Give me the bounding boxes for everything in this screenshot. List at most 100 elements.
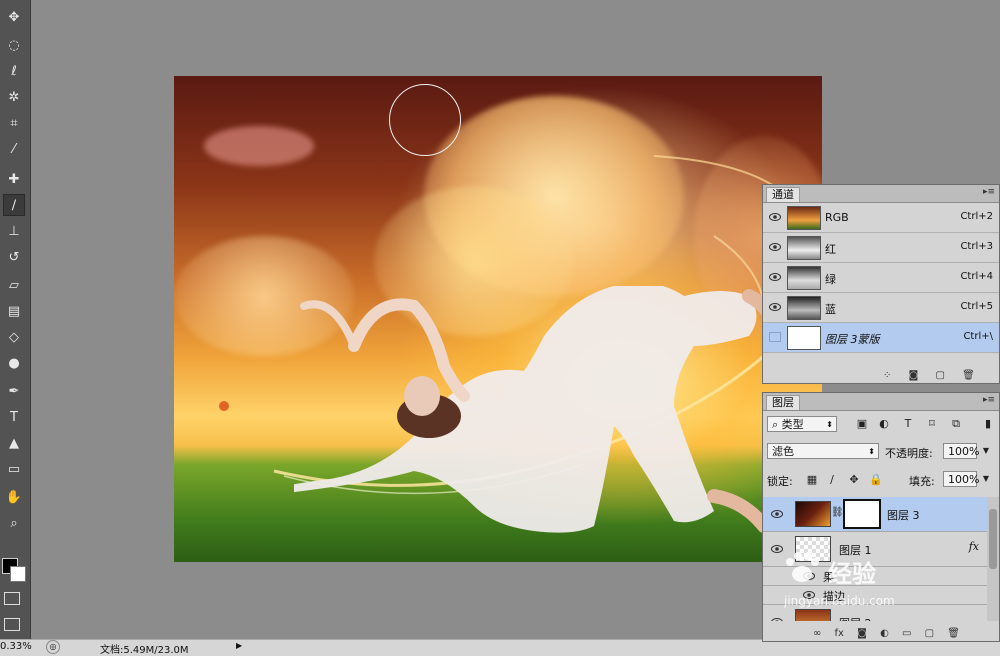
zoom-tool[interactable]: ⌕ bbox=[3, 512, 25, 534]
shape-filter-icon[interactable]: ⌑ bbox=[925, 417, 939, 431]
document-canvas[interactable] bbox=[174, 76, 822, 562]
new-group-icon[interactable]: ▭ bbox=[902, 628, 911, 639]
channel-name: RGB bbox=[825, 211, 849, 224]
magic-wand-tool[interactable]: ✲ bbox=[3, 86, 25, 108]
channels-panel: 通道 ▸≡ RGB Ctrl+2 红 Ctrl+3 绿 Ctrl+4 蓝 Ctrl+5 图层 3… bbox=[762, 184, 1000, 384]
search-icon: ⌕ bbox=[772, 418, 782, 431]
lock-position-icon[interactable]: ✥ bbox=[847, 473, 861, 487]
eye-icon[interactable] bbox=[769, 212, 781, 222]
scroll-thumb[interactable] bbox=[989, 509, 997, 569]
panel-menu-icon[interactable]: ▸≡ bbox=[983, 395, 995, 405]
watermark-brand: 经验 bbox=[828, 560, 876, 588]
load-selection-icon[interactable]: ⁘ bbox=[883, 370, 891, 381]
visibility-off-icon[interactable] bbox=[769, 332, 781, 342]
brush-tool[interactable]: ∕ bbox=[3, 194, 25, 216]
layers-panel-header: 图层 ▸≡ bbox=[763, 393, 999, 411]
channel-thumbnail bbox=[787, 326, 821, 350]
fill-dropdown-icon[interactable]: ▼ bbox=[979, 472, 993, 486]
fx-icon[interactable]: fx bbox=[969, 540, 979, 553]
tab-channels[interactable]: 通道 bbox=[766, 187, 800, 202]
type-tool[interactable]: T bbox=[3, 406, 25, 428]
baidu-jingyan-watermark: 经验 jingyan.baidu.com bbox=[782, 548, 942, 618]
channel-name: 绿 bbox=[825, 273, 836, 286]
layers-footer: ∞ fx ◙ ◐ ▭ ▢ 🗑 bbox=[813, 628, 960, 639]
lock-all-icon[interactable]: 🔒 bbox=[869, 473, 883, 487]
eraser-tool[interactable]: ▱ bbox=[3, 274, 25, 296]
add-mask-icon[interactable]: ◙ bbox=[857, 628, 867, 639]
brush-cursor bbox=[389, 84, 461, 156]
opacity-dropdown-icon[interactable]: ▼ bbox=[979, 444, 993, 458]
delete-channel-icon[interactable]: 🗑 bbox=[962, 370, 975, 381]
smart-object-filter-icon[interactable]: ⧉ bbox=[949, 417, 963, 431]
clone-stamp-tool[interactable]: ⊥ bbox=[3, 220, 25, 242]
type-filter-icon[interactable]: T bbox=[901, 417, 915, 431]
layers-scrollbar[interactable] bbox=[987, 497, 999, 621]
delete-layer-icon[interactable]: 🗑 bbox=[947, 628, 960, 639]
opacity-input[interactable]: 100% bbox=[943, 443, 980, 459]
dodge-tool[interactable]: ● bbox=[3, 352, 25, 374]
link-icon[interactable]: ⛓ bbox=[831, 507, 844, 518]
adjustment-layer-icon[interactable]: ◐ bbox=[880, 628, 889, 639]
shape-tool[interactable]: ▭ bbox=[3, 458, 25, 480]
screen-mode-icon[interactable] bbox=[4, 618, 20, 631]
channel-row-4[interactable]: 图层 3蒙版 Ctrl+\ bbox=[763, 323, 999, 353]
layer-name[interactable]: 图层 3 bbox=[887, 507, 920, 523]
save-selection-icon[interactable]: ◙ bbox=[909, 370, 919, 381]
fill-input[interactable]: 100% bbox=[943, 471, 980, 487]
hand-tool[interactable]: ✋ bbox=[3, 486, 25, 508]
layer-filter-select[interactable]: ⌕ 类型 ⬍ bbox=[767, 416, 837, 432]
eye-icon[interactable] bbox=[771, 509, 783, 522]
chevron-down-icon: ⬍ bbox=[826, 420, 833, 429]
blur-tool[interactable]: ◇ bbox=[3, 326, 25, 348]
crop-tool[interactable]: ⌗ bbox=[3, 112, 25, 134]
eyedropper-tool[interactable]: ⁄ bbox=[3, 138, 25, 160]
new-layer-icon[interactable]: ▢ bbox=[925, 628, 934, 639]
channel-row-0[interactable]: RGB Ctrl+2 bbox=[763, 203, 999, 233]
gradient-tool[interactable]: ▤ bbox=[3, 300, 25, 322]
eye-icon[interactable] bbox=[769, 242, 781, 252]
eye-icon[interactable] bbox=[769, 302, 781, 312]
pixel-filter-icon[interactable]: ▣ bbox=[855, 417, 869, 431]
quick-mask-icon[interactable] bbox=[4, 592, 20, 605]
fill-value: 100% bbox=[948, 473, 980, 486]
path-selection-tool[interactable]: ▲ bbox=[3, 432, 25, 454]
healing-brush-tool[interactable]: ✚ bbox=[3, 168, 25, 190]
link-layers-icon[interactable]: ∞ bbox=[813, 628, 821, 639]
channel-row-1[interactable]: 红 Ctrl+3 bbox=[763, 233, 999, 263]
lasso-tool[interactable]: ℓ bbox=[3, 60, 25, 82]
channel-name: 蓝 bbox=[825, 303, 836, 316]
add-style-icon[interactable]: fx bbox=[835, 628, 844, 639]
history-brush-tool[interactable]: ↺ bbox=[3, 246, 25, 268]
background-color-swatch[interactable] bbox=[10, 566, 26, 582]
channel-shortcut: Ctrl+\ bbox=[963, 331, 993, 342]
channel-thumbnail bbox=[787, 236, 821, 260]
opacity-value: 100% bbox=[948, 445, 980, 458]
layer-mask-thumbnail[interactable] bbox=[843, 499, 881, 529]
channel-thumbnail bbox=[787, 296, 821, 320]
new-channel-icon[interactable]: ▢ bbox=[935, 370, 944, 381]
layer-filter-row: ⌕ 类型 ⬍ ▣ ◐ T ⌑ ⧉ ▮ bbox=[763, 413, 999, 437]
status-menu-icon[interactable]: ▶ bbox=[236, 641, 242, 650]
tab-layers[interactable]: 图层 bbox=[766, 395, 800, 410]
eye-icon[interactable] bbox=[769, 272, 781, 282]
blend-mode-select[interactable]: 滤色 ⬍ bbox=[767, 443, 879, 459]
panel-menu-icon[interactable]: ▸≡ bbox=[983, 187, 995, 197]
move-tool[interactable]: ✥ bbox=[3, 6, 25, 28]
paw-logo-icon bbox=[786, 552, 819, 582]
channels-panel-header: 通道 ▸≡ bbox=[763, 185, 999, 203]
status-icon[interactable]: ◎ bbox=[46, 640, 60, 654]
lock-transparent-icon[interactable]: ▦ bbox=[805, 473, 819, 487]
channel-row-3[interactable]: 蓝 Ctrl+5 bbox=[763, 293, 999, 323]
marquee-tool[interactable]: ◌ bbox=[3, 34, 25, 56]
filter-toggle-icon[interactable]: ▮ bbox=[981, 417, 995, 431]
tools-panel: ✥ ◌ ℓ ✲ ⌗ ⁄ ✚ ∕ ⊥ ↺ ▱ ▤ ◇ ● ✒ T ▲ ▭ ✋ ⌕ bbox=[0, 0, 31, 640]
pen-tool[interactable]: ✒ bbox=[3, 380, 25, 402]
channel-row-2[interactable]: 绿 Ctrl+4 bbox=[763, 263, 999, 293]
lock-image-icon[interactable]: ∕ bbox=[825, 473, 839, 487]
adjustment-filter-icon[interactable]: ◐ bbox=[877, 417, 891, 431]
zoom-level[interactable]: 0.33% bbox=[0, 641, 32, 652]
channel-name: 红 bbox=[825, 243, 836, 256]
layer-row[interactable]: ⛓ 图层 3 bbox=[763, 497, 987, 532]
layer-thumbnail[interactable] bbox=[795, 501, 831, 527]
lock-row: 锁定: ▦ ∕ ✥ 🔒 填充: 100% ▼ bbox=[763, 469, 999, 493]
